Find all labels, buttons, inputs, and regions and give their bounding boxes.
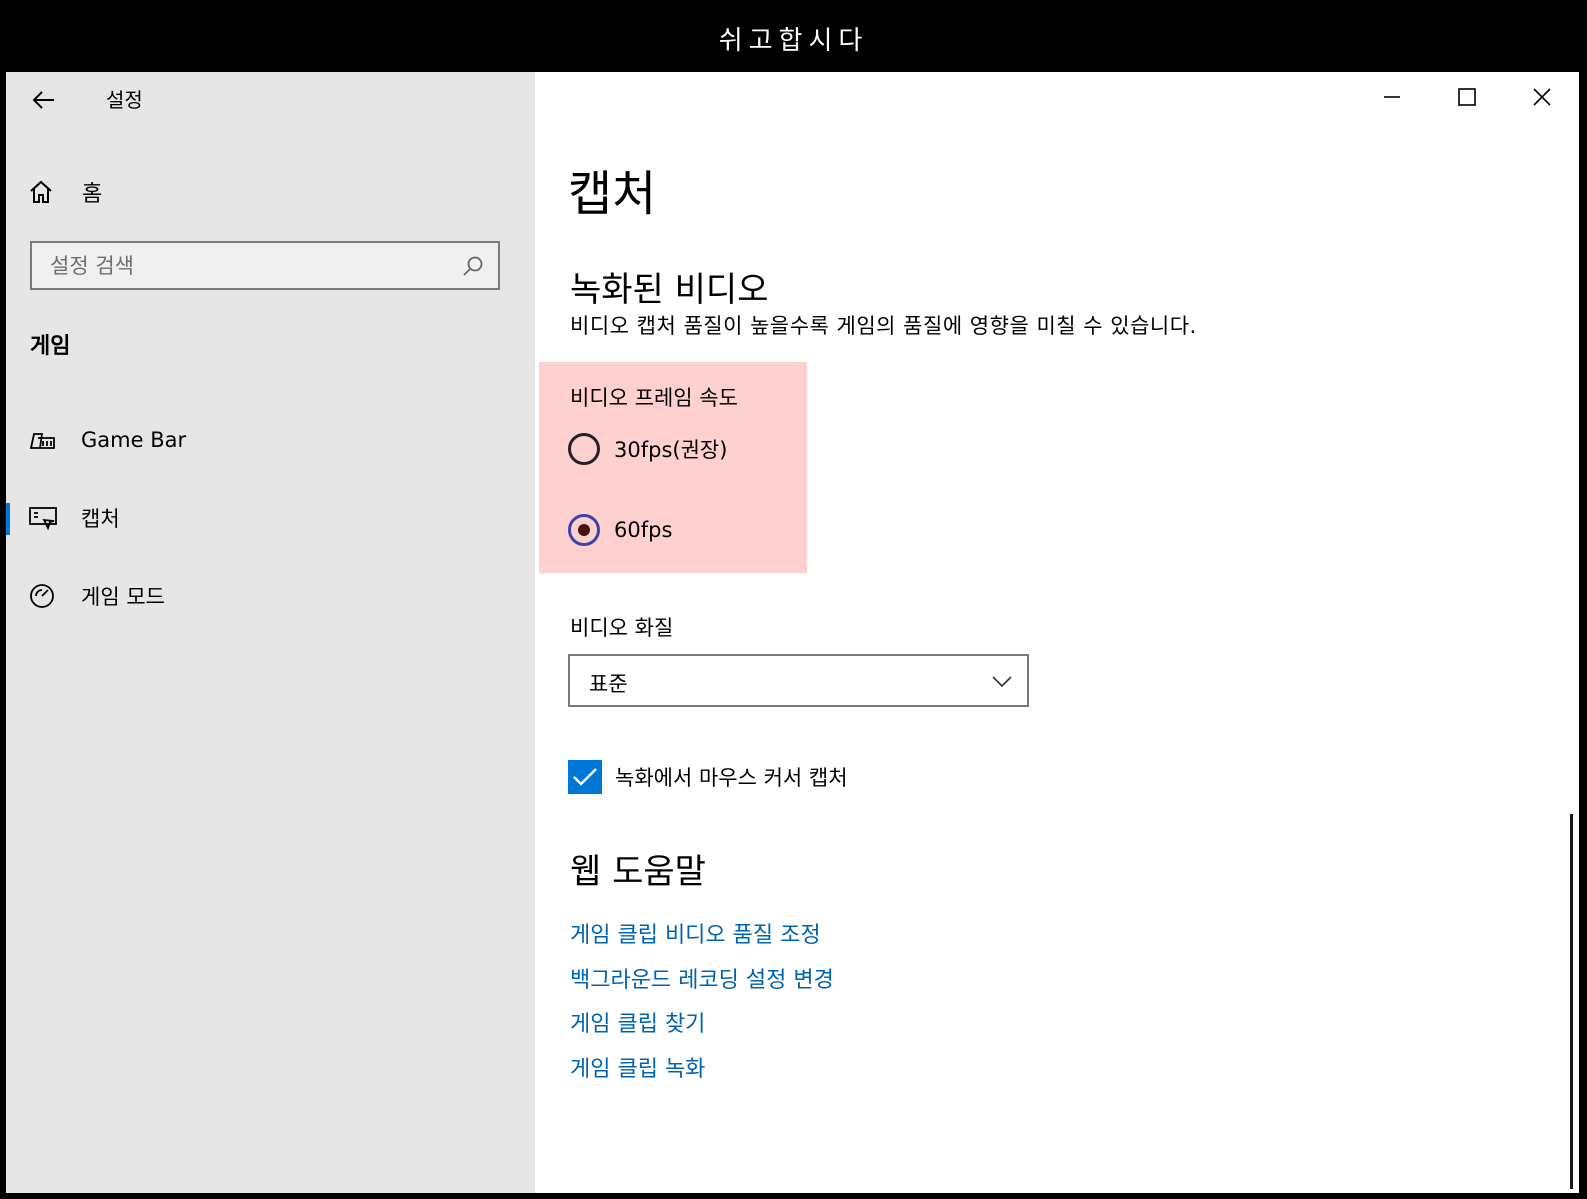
search-icon[interactable]: [462, 255, 484, 277]
checkbox-label: 녹화에서 마우스 커서 캡처: [615, 766, 848, 790]
back-button[interactable]: [22, 78, 66, 122]
help-link-find-clips[interactable]: 게임 클립 찾기: [570, 1006, 705, 1038]
close-icon: [1532, 88, 1551, 106]
home-icon: [30, 180, 52, 203]
maximize-icon: [1457, 88, 1476, 106]
game-bar-icon: [29, 433, 55, 449]
section-label-game: 게임: [30, 334, 71, 359]
settings-window: 설정 홈 게임 Game Bar: [6, 72, 1579, 1193]
sidebar-item-label: Game Bar: [81, 428, 187, 452]
sidebar-item-capture[interactable]: 캡처: [6, 489, 535, 547]
sidebar-item-game-mode[interactable]: 게임 모드: [6, 567, 535, 625]
web-help-heading: 웹 도움말: [570, 852, 706, 892]
app-title: 설정: [106, 88, 143, 112]
help-link-video-quality[interactable]: 게임 클립 비디오 품질 조정: [570, 917, 821, 949]
video-quality-dropdown[interactable]: 표준: [568, 654, 1029, 707]
radio-30fps[interactable]: 30fps(권장): [568, 433, 727, 465]
scrollbar[interactable]: [1570, 814, 1573, 1189]
sidebar: 설정 홈 게임 Game Bar: [6, 72, 535, 1193]
radio-circle[interactable]: [568, 433, 600, 465]
active-indicator: [6, 503, 10, 535]
minimize-icon: [1383, 96, 1400, 98]
help-link-record-clips[interactable]: 게임 클립 녹화: [570, 1051, 705, 1083]
minimize-button[interactable]: [1354, 72, 1429, 122]
search-input[interactable]: [32, 243, 470, 288]
radio-label: 30fps(권장): [614, 438, 728, 462]
search-box: [30, 241, 500, 290]
checkmark-icon: [573, 768, 597, 786]
home-label: 홈: [82, 182, 103, 207]
mouse-cursor-checkbox[interactable]: 녹화에서 마우스 커서 캡처: [568, 760, 848, 794]
close-button[interactable]: [1504, 72, 1579, 122]
home-nav-item[interactable]: 홈: [28, 170, 328, 214]
video-quality-label: 비디오 화질: [570, 616, 674, 640]
back-arrow-icon: [32, 91, 54, 109]
dropdown-value: 표준: [589, 672, 628, 696]
capture-icon: [29, 507, 57, 531]
overlay-title: 쉬고합시다: [718, 26, 869, 56]
help-link-background-recording[interactable]: 백그라운드 레코딩 설정 변경: [570, 962, 834, 994]
radio-label: 60fps: [614, 518, 673, 542]
overlay-bar: 쉬고합시다: [0, 0, 1587, 74]
chevron-down-icon: [992, 676, 1012, 688]
sidebar-item-game-bar[interactable]: Game Bar: [6, 411, 535, 469]
window-controls: [1354, 72, 1579, 122]
sidebar-item-label: 캡처: [81, 507, 120, 531]
recorded-video-description: 비디오 캡처 품질이 높을수록 게임의 품질에 영향을 미칠 수 있습니다.: [570, 314, 1197, 338]
radio-circle-selected[interactable]: [568, 514, 600, 546]
recorded-video-heading: 녹화된 비디오: [570, 270, 769, 310]
sidebar-item-label: 게임 모드: [81, 585, 165, 609]
frame-rate-label: 비디오 프레임 속도: [570, 386, 738, 410]
game-mode-icon: [30, 584, 54, 608]
page-title: 캡처: [568, 166, 657, 222]
maximize-button[interactable]: [1429, 72, 1504, 122]
radio-60fps[interactable]: 60fps: [568, 514, 672, 546]
checkbox-box[interactable]: [568, 760, 602, 794]
